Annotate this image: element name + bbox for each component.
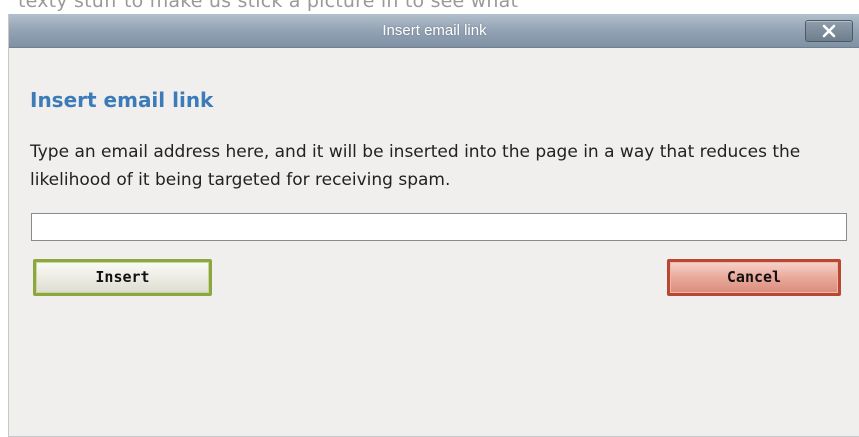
close-button[interactable]	[805, 20, 853, 42]
dialog-heading: Insert email link	[30, 88, 214, 112]
insert-button[interactable]: Insert	[33, 259, 212, 296]
dialog-title: Insert email link	[382, 22, 487, 39]
dialog-titlebar[interactable]: Insert email link	[9, 14, 859, 48]
email-address-input[interactable]	[31, 213, 847, 241]
insert-email-link-dialog: Insert email link Insert email link Type…	[8, 14, 859, 437]
background-page-text: texty stuff to make us stick a picture i…	[18, 0, 519, 12]
dialog-description: Type an email address here, and it will …	[30, 142, 801, 190]
cancel-button[interactable]: Cancel	[667, 259, 841, 296]
close-icon	[806, 21, 852, 41]
